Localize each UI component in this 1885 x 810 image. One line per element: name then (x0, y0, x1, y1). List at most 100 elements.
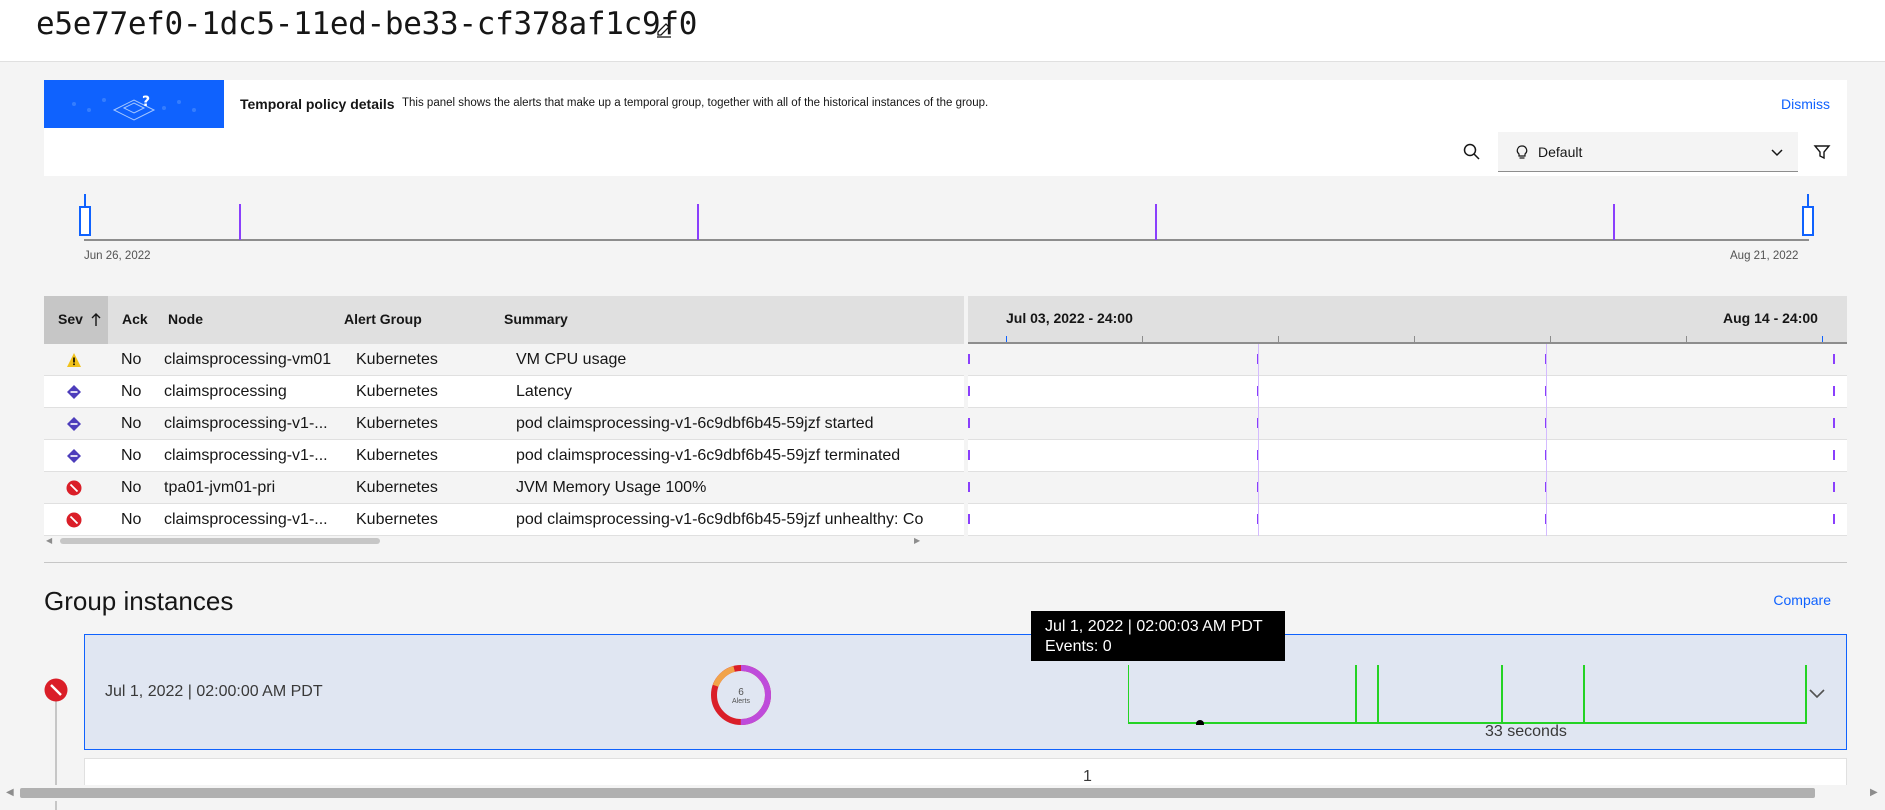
timeline-event-marker (239, 204, 241, 240)
node-cell: claimsprocessing-vm01 (164, 351, 332, 368)
summary-cell: Latency (516, 383, 573, 400)
node-cell: claimsprocessing-v1-... (164, 447, 328, 464)
page-title: e5e77ef0-1dc5-11ed-be33-cf378af1c9f0 (36, 6, 698, 42)
minor-severity-icon (67, 417, 81, 431)
view-dropdown-label: Default (1538, 144, 1583, 160)
toolbar: Default (44, 128, 1847, 176)
alert-group-cell: Kubernetes (356, 479, 438, 496)
banner-illustration: ? (44, 80, 224, 128)
scrollbar-thumb[interactable] (60, 538, 380, 544)
timeline-handle-line (84, 194, 86, 206)
info-banner: ? Temporal policy details This panel sho… (44, 80, 1847, 128)
table-row[interactable]: No tpa01-jvm01-pri Kubernetes JVM Memory… (44, 472, 964, 504)
alerts-table: Sev Ack Node Alert Group Summary No clai… (44, 296, 1847, 546)
timeline-start-label: Jul 03, 2022 - 24:00 (1006, 310, 1133, 326)
ack-cell: No (121, 383, 142, 400)
alert-group-cell: Kubernetes (356, 351, 438, 368)
alert-group-cell: Kubernetes (356, 447, 438, 464)
column-header-alert-group[interactable]: Alert Group (308, 296, 468, 344)
scroll-left-icon[interactable]: ◀ (46, 536, 52, 545)
scroll-left-icon[interactable]: ◀ (6, 787, 14, 798)
lightbulb-icon (1516, 145, 1528, 159)
timeline-row (968, 472, 1847, 504)
timeline-row (968, 344, 1847, 376)
column-header-node[interactable]: Node (148, 296, 308, 344)
ack-cell: No (121, 447, 142, 464)
node-cell: claimsprocessing-v1-... (164, 415, 328, 432)
column-header-sev[interactable]: Sev (44, 296, 108, 344)
banner-title: Temporal policy details (240, 96, 395, 112)
page-header: e5e77ef0-1dc5-11ed-be33-cf378af1c9f0 (0, 0, 1885, 62)
tooltip-time: Jul 1, 2022 | 02:00:03 AM PDT (1045, 618, 1263, 635)
minor-severity-icon (67, 385, 81, 399)
chevron-down-icon (1771, 149, 1783, 157)
table-horizontal-scrollbar[interactable]: ◀ ▶ (44, 536, 964, 546)
table-row[interactable]: No claimsprocessing-v1-... Kubernetes po… (44, 504, 964, 536)
timeline-end-handle[interactable] (1802, 206, 1814, 236)
node-cell: tpa01-jvm01-pri (164, 479, 276, 496)
page: e5e77ef0-1dc5-11ed-be33-cf378af1c9f0 ? T… (0, 0, 1885, 810)
dismiss-link[interactable]: Dismiss (1781, 96, 1830, 112)
ack-cell: No (121, 479, 142, 496)
column-header-summary[interactable]: Summary (468, 296, 964, 344)
alert-group-cell: Kubernetes (356, 511, 438, 528)
ack-cell: No (121, 511, 142, 528)
table-row[interactable]: No claimsprocessing-vm01 Kubernetes VM C… (44, 344, 964, 376)
summary-cell: pod claimsprocessing-v1-6c9dbf6b45-59jzf… (516, 447, 901, 464)
scroll-right-icon[interactable]: ▶ (1870, 787, 1878, 798)
event-tooltip: Jul 1, 2022 | 02:00:03 AM PDT Events: 0 (1031, 611, 1285, 661)
timeline-handle-line (1807, 194, 1809, 206)
minor-severity-icon (67, 449, 81, 463)
alerts-timeline: Jul 03, 2022 - 24:00 Aug 14 - 24:00 (968, 296, 1847, 546)
table-row[interactable]: No claimsprocessing-v1-... Kubernetes po… (44, 440, 964, 472)
search-icon[interactable] (1458, 138, 1486, 166)
page-horizontal-scrollbar[interactable]: ◀ ▶ (0, 785, 1885, 801)
node-cell: claimsprocessing-v1-... (164, 511, 328, 528)
critical-severity-icon (66, 480, 82, 496)
timeline-gridline (1258, 344, 1259, 536)
ack-cell: No (121, 415, 142, 432)
column-header-ack[interactable]: Ack (108, 296, 148, 344)
scroll-right-icon[interactable]: ▶ (914, 536, 920, 545)
alerts-table-columns: Sev Ack Node Alert Group Summary No clai… (44, 296, 964, 546)
group-instance-card[interactable]: Jul 1, 2022 | 02:00:00 AM PDT 6 Alerts 3… (84, 634, 1847, 750)
alert-count-label: Alerts (732, 698, 750, 705)
timeline-event-marker (697, 204, 699, 240)
section-divider (44, 562, 1847, 563)
view-dropdown[interactable]: Default (1498, 132, 1798, 172)
timeline-row (968, 408, 1847, 440)
filter-icon[interactable] (1810, 140, 1834, 164)
alert-count: 6 (738, 687, 744, 698)
group-instances-title: Group instances (44, 586, 234, 616)
compare-link[interactable]: Compare (1773, 592, 1831, 608)
scrollbar-thumb[interactable] (20, 788, 1815, 798)
alert-severity-donut: 6 Alerts (711, 665, 771, 725)
table-row[interactable]: No claimsprocessing-v1-... Kubernetes po… (44, 408, 964, 440)
instance-duration: 33 seconds (1485, 723, 1567, 740)
chevron-down-icon[interactable] (1807, 683, 1827, 703)
edit-icon[interactable] (654, 20, 674, 40)
alert-group-cell: Kubernetes (356, 383, 438, 400)
timeline-axis (84, 239, 1809, 241)
summary-cell: pod claimsprocessing-v1-6c9dbf6b45-59jzf… (516, 511, 924, 528)
banner-description: This panel shows the alerts that make up… (402, 97, 989, 109)
critical-severity-icon (44, 678, 68, 702)
timeline-row (968, 440, 1847, 472)
timeline-row (968, 504, 1847, 536)
timeline-start-handle[interactable] (79, 206, 91, 236)
timeline-event-marker (1613, 204, 1615, 240)
warning-icon (67, 353, 81, 367)
tooltip-events: Events: 0 (1045, 638, 1112, 655)
page-number: 1 (1083, 768, 1092, 785)
instance-event-sparkline (1128, 665, 1807, 725)
timeline-header: Jul 03, 2022 - 24:00 Aug 14 - 24:00 (968, 296, 1847, 344)
timeline-row (968, 376, 1847, 408)
critical-severity-icon (66, 512, 82, 528)
table-row[interactable]: No claimsprocessing Kubernetes Latency (44, 376, 964, 408)
timeline-end-label: Aug 14 - 24:00 (1723, 310, 1818, 326)
overview-timeline: Jun 26, 2022 Aug 21, 2022 (44, 176, 1847, 266)
summary-cell: VM CPU usage (516, 351, 627, 368)
timeline-end-date: Aug 21, 2022 (1730, 250, 1799, 262)
timeline-event-marker (1155, 204, 1157, 240)
timeline-start-date: Jun 26, 2022 (84, 250, 151, 262)
